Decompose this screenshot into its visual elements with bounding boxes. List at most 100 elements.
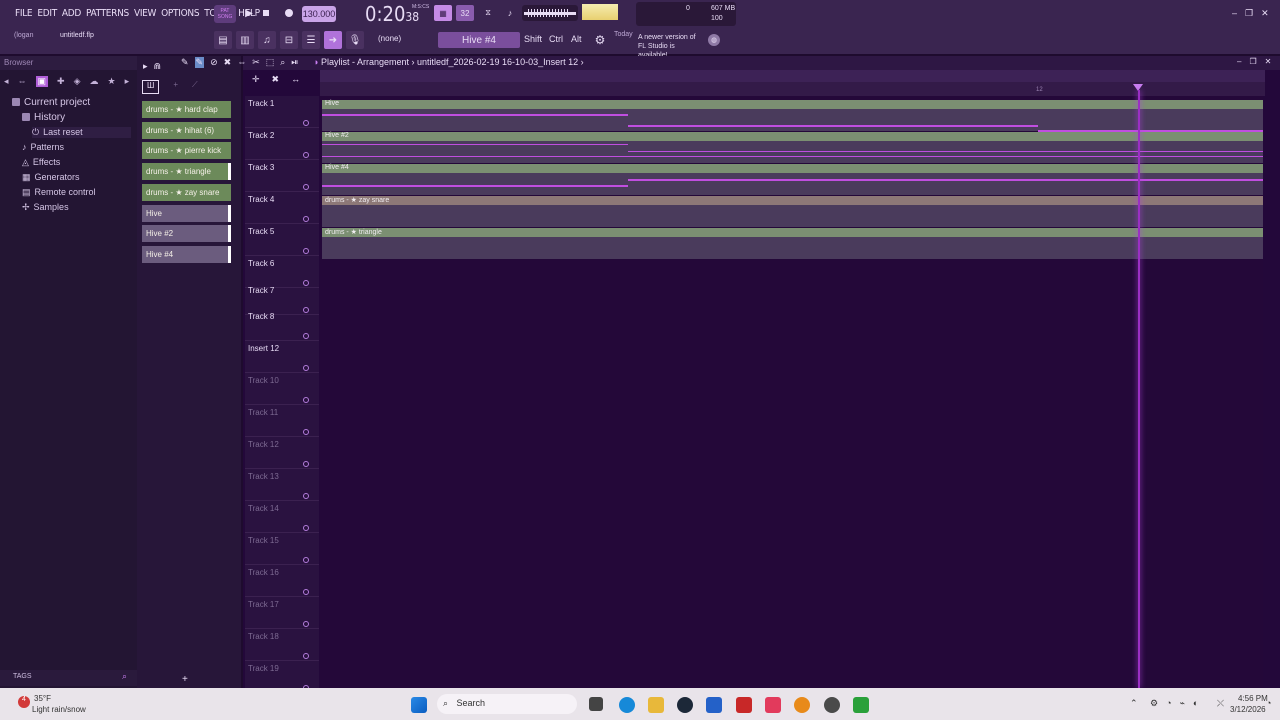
track-mute-icon[interactable] [303, 397, 309, 403]
playback-tool-icon[interactable]: ⏯ [291, 57, 298, 68]
browser-item-last-reset[interactable]: ⏻ Last reset [32, 127, 131, 138]
clip-hive[interactable]: Hive [322, 100, 1263, 132]
track-mute-icon[interactable] [303, 280, 309, 286]
track-mute-icon[interactable] [303, 653, 309, 659]
app-icon[interactable] [824, 697, 840, 713]
star-icon[interactable]: ★ [108, 76, 116, 87]
delete-tool-icon[interactable]: ⊘ [210, 57, 218, 68]
channel-item[interactable]: Hive [142, 204, 231, 222]
shift-key[interactable]: Shift [524, 34, 542, 44]
paint-tool-icon[interactable]: ✎ [194, 57, 205, 68]
taskbar-search[interactable]: ⌕ Search [437, 694, 577, 714]
track-label[interactable]: Track 5 [248, 227, 274, 236]
track-label[interactable]: Track 8 [248, 312, 274, 321]
channel-rack-icon[interactable]: ▥ [236, 31, 254, 49]
track-mute-icon[interactable] [303, 307, 309, 313]
track-mute-icon[interactable] [303, 493, 309, 499]
menu-file[interactable]: FILE [15, 8, 33, 19]
edge-icon[interactable] [619, 697, 635, 713]
tray-icons[interactable]: ⚙◔⌁◐ ⤬ [1150, 698, 1232, 709]
menu-edit[interactable]: EDIT [37, 8, 57, 19]
task-view-icon[interactable] [589, 697, 603, 711]
tempo-display[interactable]: 130.000 [302, 6, 336, 22]
weather-temp[interactable]: 35°F [34, 694, 51, 703]
track-label[interactable]: Track 1 [248, 99, 274, 108]
track-label[interactable]: Track 11 [248, 408, 278, 417]
track-label[interactable]: Track 3 [248, 163, 274, 172]
browser-item-current-project[interactable]: Current project [12, 97, 90, 108]
browser-item-effects[interactable]: ◬ Effects [22, 157, 60, 168]
track-mute-icon[interactable] [303, 557, 309, 563]
add-item-icon[interactable]: + [182, 674, 188, 685]
browser-item-history[interactable]: History [22, 112, 65, 123]
track-label[interactable]: Track 2 [248, 131, 274, 140]
pat-song-toggle[interactable]: PAT SONG [214, 5, 236, 23]
track-label[interactable]: Track 19 [248, 664, 279, 673]
metronome-button[interactable]: ▦ [434, 5, 452, 21]
globe-icon[interactable]: ◍ [708, 34, 720, 46]
xbox-icon[interactable] [853, 697, 869, 713]
tag-search-icon[interactable]: ⌕ [122, 671, 127, 682]
snap-icon[interactable]: ✖ [272, 74, 280, 85]
clock-time[interactable]: 4:56 PM [1238, 694, 1268, 703]
track-mute-icon[interactable] [303, 461, 309, 467]
clip-triangle[interactable]: drums - ★ triangle [322, 228, 1263, 259]
start-icon[interactable] [411, 697, 427, 713]
menu-view[interactable]: VIEW [134, 8, 156, 19]
track-mute-icon[interactable] [303, 589, 309, 595]
mute-tool-icon[interactable]: ✖ [224, 57, 232, 68]
channel-item[interactable]: Hive #4 [142, 245, 231, 263]
browser-toggle-icon[interactable]: ☰ [302, 31, 320, 49]
browser-item-patterns[interactable]: ♪ Patterns [22, 142, 64, 152]
slip-tool-icon[interactable]: ⇔ [237, 57, 246, 68]
track-label[interactable]: Track 6 [248, 259, 274, 268]
magnet-icon[interactable]: ⋒ [154, 61, 162, 72]
playlist-close-icon[interactable]: ✕ [1265, 57, 1272, 66]
track-mute-icon[interactable] [303, 120, 309, 126]
weather-desc[interactable]: Light rain/snow [32, 705, 86, 714]
store-icon[interactable] [706, 697, 722, 713]
file-explorer-icon[interactable] [648, 697, 664, 713]
playlist-maximize-icon[interactable]: ❐ [1249, 57, 1256, 66]
channel-item[interactable]: drums - ★ hihat (6) [142, 121, 231, 139]
browser-item-remote-control[interactable]: ▤ Remote control [22, 187, 96, 198]
wait-button[interactable]: ⧖ [480, 6, 496, 20]
steam-icon[interactable] [677, 697, 693, 713]
clip-hive-4[interactable]: Hive #4 [322, 164, 1263, 195]
picker-tab-audio[interactable]: + [173, 80, 178, 94]
maximize-icon[interactable]: ❐ [1245, 8, 1253, 18]
playlist-icon[interactable]: ▤ [214, 31, 232, 49]
track-label[interactable]: Insert 12 [248, 344, 279, 353]
collapse-icon[interactable]: ⇔ [18, 76, 27, 87]
menu-options[interactable]: OPTIONS [161, 8, 199, 19]
stretch-icon[interactable]: ↔ [291, 74, 300, 85]
track-label[interactable]: Track 15 [248, 536, 279, 545]
track-label[interactable]: Track 13 [248, 472, 279, 481]
folder-icon[interactable]: ▣ [35, 76, 49, 87]
stop-button[interactable] [260, 7, 272, 19]
track-mute-icon[interactable] [303, 621, 309, 627]
track-mute-icon[interactable] [303, 152, 309, 158]
track-label[interactable]: Track 12 [248, 440, 279, 449]
tray-chevron-icon[interactable]: ⌃ [1130, 698, 1138, 709]
channel-item[interactable]: drums - ★ triangle [142, 163, 231, 181]
channel-item[interactable]: Hive #2 [142, 225, 231, 243]
menu-add[interactable]: ADD [62, 8, 81, 19]
close-icon[interactable]: ✕ [1261, 8, 1269, 18]
piano-roll-icon[interactable]: ♫ [258, 31, 276, 49]
track-label[interactable]: Track 16 [248, 568, 279, 577]
browser-item-samples[interactable]: ✢ Samples [22, 202, 69, 213]
fl-studio-icon[interactable] [794, 697, 810, 713]
music-icon[interactable] [765, 697, 781, 713]
track-mute-icon[interactable] [303, 333, 309, 339]
back-icon[interactable]: ◂ [4, 76, 9, 87]
record-button[interactable] [282, 6, 296, 20]
browser-item-generators[interactable]: ▦ Generators [22, 172, 80, 183]
channel-item[interactable]: drums - ★ pierre kick [142, 142, 231, 160]
track-mute-icon[interactable] [303, 525, 309, 531]
playhead[interactable] [1138, 90, 1140, 688]
clip-zay-snare[interactable]: drums - ★ zay snare [322, 196, 1263, 227]
cloud-icon[interactable]: ☁ [90, 76, 99, 87]
select-tool-icon[interactable]: ⬚ [266, 57, 275, 68]
channel-item[interactable]: drums - ★ zay snare [142, 183, 231, 201]
